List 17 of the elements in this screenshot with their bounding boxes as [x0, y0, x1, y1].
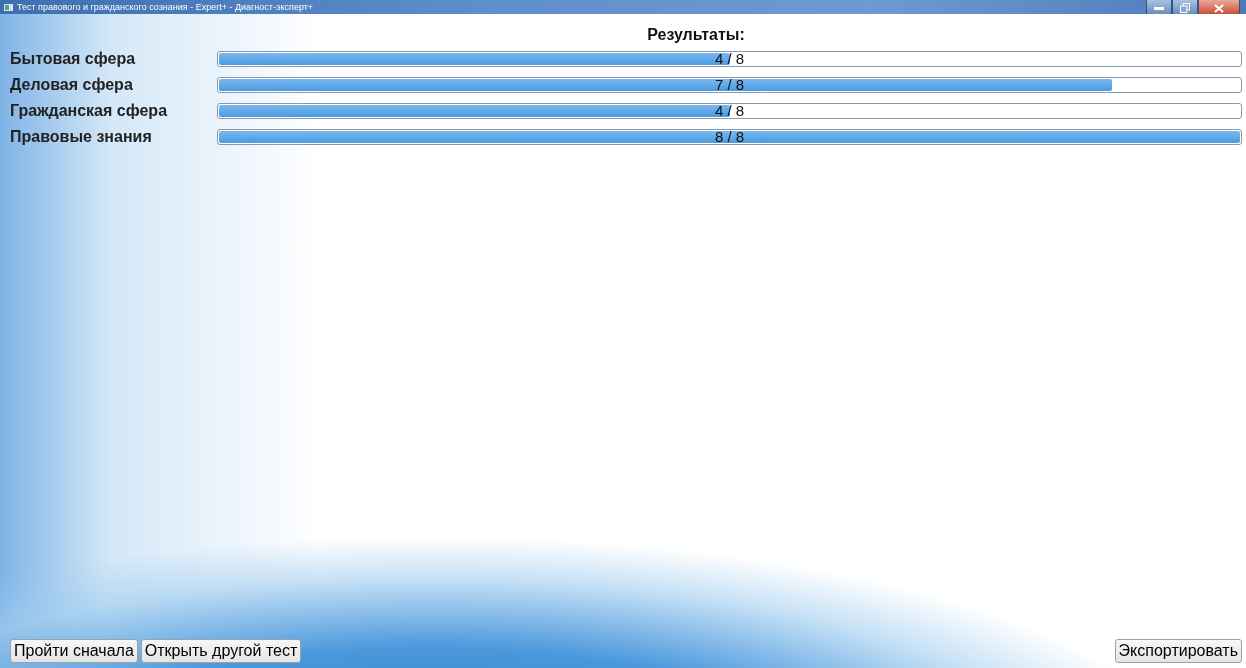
- score-text: 8 / 8: [713, 130, 746, 144]
- minimize-icon: [1154, 6, 1164, 10]
- category-label: Бытовая сфера: [10, 50, 137, 68]
- score-text: 4 / 8: [713, 104, 746, 118]
- window-title: Тест правового и гражданского сознания - Expert+ - Диагност-эксперт+: [17, 2, 315, 12]
- category-label: Деловая сфера: [10, 76, 134, 94]
- export-button[interactable]: Экспортировать: [1114, 639, 1242, 663]
- category-label: Правовые знания: [10, 128, 153, 146]
- category-label: Гражданская сфера: [10, 102, 169, 120]
- window-icon: [4, 3, 13, 11]
- results-heading: Результаты:: [647, 26, 745, 44]
- restore-icon: [1180, 3, 1190, 13]
- close-icon: [1214, 3, 1224, 13]
- score-text: 4 / 8: [713, 52, 746, 66]
- score-text: 7 / 8: [713, 78, 746, 92]
- action-button[interactable]: Открыть другой тест: [140, 639, 302, 663]
- action-button[interactable]: Пройти сначала: [10, 639, 138, 663]
